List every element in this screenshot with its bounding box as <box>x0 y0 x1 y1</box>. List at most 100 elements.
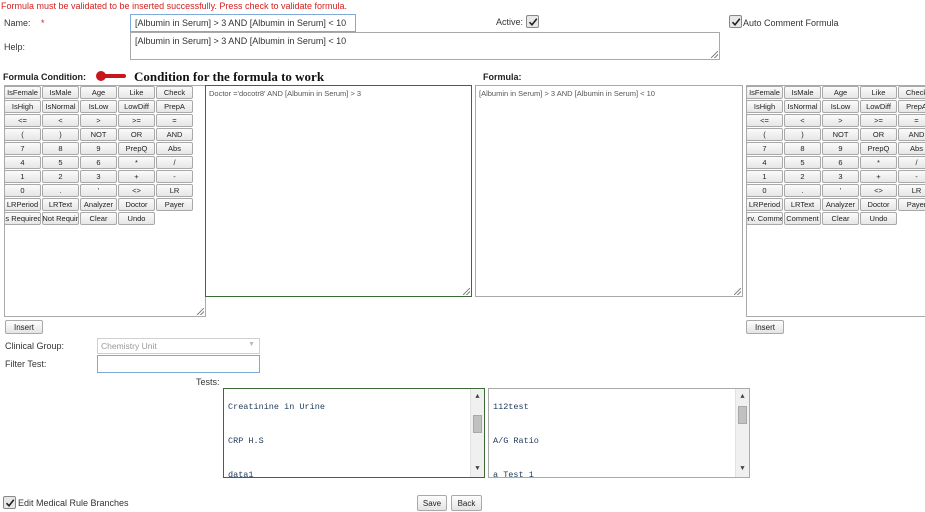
condition-key-5[interactable]: 5 <box>42 156 79 169</box>
list-item[interactable]: CRP H.S <box>228 436 264 446</box>
formula-key-op-7-1[interactable]: . <box>784 184 821 197</box>
formula-key-ismale[interactable]: IsMale <box>784 86 821 99</box>
condition-key-like[interactable]: Like <box>118 86 155 99</box>
resize-grip-icon[interactable] <box>463 288 470 295</box>
condition-textarea[interactable]: Doctor ='docotr8' AND [Albumin in Serum]… <box>205 85 472 297</box>
condition-key-is-not-required[interactable]: Is Not Required <box>42 212 79 225</box>
condition-key-op-6-4[interactable]: - <box>156 170 193 183</box>
edit-branches-checkbox[interactable] <box>3 496 16 509</box>
name-input[interactable]: [Albumin in Serum] > 3 AND [Albumin in S… <box>130 14 356 32</box>
formula-key-8[interactable]: 8 <box>784 142 821 155</box>
formula-key-ishigh[interactable]: IsHigh <box>746 100 783 113</box>
condition-key-payer[interactable]: Payer <box>156 198 193 211</box>
condition-key-op-5-3[interactable]: * <box>118 156 155 169</box>
scroll-thumb[interactable] <box>738 406 747 424</box>
condition-key-lowdiff[interactable]: LowDiff <box>118 100 155 113</box>
resize-grip-icon[interactable] <box>711 51 718 58</box>
formula-key-analyzer[interactable]: Analyzer <box>822 198 859 211</box>
formula-key-op-2-4[interactable]: = <box>898 114 925 127</box>
formula-key-not[interactable]: NOT <box>822 128 859 141</box>
condition-key-4[interactable]: 4 <box>4 156 41 169</box>
filter-test-input[interactable] <box>97 355 260 373</box>
condition-key-ishigh[interactable]: IsHigh <box>4 100 41 113</box>
condition-key-op-3-1[interactable]: ) <box>42 128 79 141</box>
formula-key-op-3-0[interactable]: ( <box>746 128 783 141</box>
insert-formula-button[interactable]: Insert <box>746 320 784 334</box>
condition-key-abs[interactable]: Abs <box>156 142 193 155</box>
list-item[interactable]: A/G Ratio <box>493 436 539 446</box>
condition-key-op-3-0[interactable]: ( <box>4 128 41 141</box>
formula-key-op-2-1[interactable]: < <box>784 114 821 127</box>
condition-key-9[interactable]: 9 <box>80 142 117 155</box>
condition-key-and[interactable]: AND <box>156 128 193 141</box>
formula-key-islow[interactable]: IsLow <box>822 100 859 113</box>
condition-key-op-2-4[interactable]: = <box>156 114 193 127</box>
formula-key-op-2-3[interactable]: >= <box>860 114 897 127</box>
condition-key-doctor[interactable]: Doctor <box>118 198 155 211</box>
help-textarea[interactable]: [Albumin in Serum] > 3 AND [Albumin in S… <box>130 32 720 60</box>
tests-available-list[interactable]: Creatinine in Urine CRP H.S data1 ▲ ▼ <box>223 388 485 478</box>
formula-key-op-5-4[interactable]: / <box>898 156 925 169</box>
save-button[interactable]: Save <box>417 495 447 511</box>
list-item[interactable]: data1 <box>228 470 254 477</box>
insert-condition-button[interactable]: Insert <box>5 320 43 334</box>
scrollbar[interactable]: ▲ ▼ <box>470 389 484 477</box>
active-checkbox[interactable] <box>526 15 539 28</box>
condition-key-is-required[interactable]: Is Required <box>4 212 41 225</box>
formula-key-op-2-0[interactable]: <= <box>746 114 783 127</box>
formula-key-9[interactable]: 9 <box>822 142 859 155</box>
formula-key-lowdiff[interactable]: LowDiff <box>860 100 897 113</box>
formula-key-3[interactable]: 3 <box>822 170 859 183</box>
condition-key-op-2-1[interactable]: < <box>42 114 79 127</box>
list-item[interactable]: a Test 1 <box>493 470 534 477</box>
condition-key-8[interactable]: 8 <box>42 142 79 155</box>
condition-key-lr[interactable]: LR <box>156 184 193 197</box>
scroll-thumb[interactable] <box>473 415 482 433</box>
condition-key-lrtext[interactable]: LRText <box>42 198 79 211</box>
condition-key-3[interactable]: 3 <box>80 170 117 183</box>
condition-key-7[interactable]: 7 <box>4 142 41 155</box>
formula-key-doctor[interactable]: Doctor <box>860 198 897 211</box>
formula-key-lrperiod[interactable]: LRPeriod <box>746 198 783 211</box>
condition-key-age[interactable]: Age <box>80 86 117 99</box>
scrollbar[interactable]: ▲ ▼ <box>735 389 749 477</box>
formula-key-op-5-3[interactable]: * <box>860 156 897 169</box>
condition-key-prepq[interactable]: PrepQ <box>118 142 155 155</box>
formula-key-like[interactable]: Like <box>860 86 897 99</box>
formula-key-op-2-2[interactable]: > <box>822 114 859 127</box>
formula-key-isfemale[interactable]: IsFemale <box>746 86 783 99</box>
formula-key-op-6-3[interactable]: + <box>860 170 897 183</box>
condition-key-analyzer[interactable]: Analyzer <box>80 198 117 211</box>
list-item[interactable]: Creatinine in Urine <box>228 402 325 412</box>
formula-key-payer[interactable]: Payer <box>898 198 925 211</box>
condition-key-undo[interactable]: Undo <box>118 212 155 225</box>
formula-key-1[interactable]: 1 <box>746 170 783 183</box>
list-item[interactable]: 112test <box>493 402 529 412</box>
scroll-up-icon[interactable]: ▲ <box>736 391 749 403</box>
formula-key-serv-comment[interactable]: Serv. Comment <box>746 212 783 225</box>
condition-key-clear[interactable]: Clear <box>80 212 117 225</box>
resize-grip-icon[interactable] <box>734 288 741 295</box>
condition-key-op-2-0[interactable]: <= <box>4 114 41 127</box>
auto-comment-checkbox[interactable] <box>729 15 742 28</box>
formula-key-or[interactable]: OR <box>860 128 897 141</box>
condition-key-6[interactable]: 6 <box>80 156 117 169</box>
formula-key-lr[interactable]: LR <box>898 184 925 197</box>
tests-selected-list[interactable]: 112test A/G Ratio a Test 1 ▲ ▼ <box>488 388 750 478</box>
formula-key-prepq[interactable]: PrepQ <box>860 142 897 155</box>
condition-key-1[interactable]: 1 <box>4 170 41 183</box>
formula-key-0[interactable]: 0 <box>746 184 783 197</box>
formula-key-and[interactable]: AND <box>898 128 925 141</box>
formula-key-op-3-1[interactable]: ) <box>784 128 821 141</box>
formula-key-5[interactable]: 5 <box>784 156 821 169</box>
formula-key-2[interactable]: 2 <box>784 170 821 183</box>
formula-key-isnormal[interactable]: IsNormal <box>784 100 821 113</box>
formula-key-comment[interactable]: Comment <box>784 212 821 225</box>
formula-key-7[interactable]: 7 <box>746 142 783 155</box>
formula-textarea[interactable]: [Albumin in Serum] > 3 AND [Albumin in S… <box>475 85 743 297</box>
condition-key-isfemale[interactable]: IsFemale <box>4 86 41 99</box>
formula-key-lrtext[interactable]: LRText <box>784 198 821 211</box>
condition-key-op-2-3[interactable]: >= <box>118 114 155 127</box>
formula-key-abs[interactable]: Abs <box>898 142 925 155</box>
formula-key-4[interactable]: 4 <box>746 156 783 169</box>
